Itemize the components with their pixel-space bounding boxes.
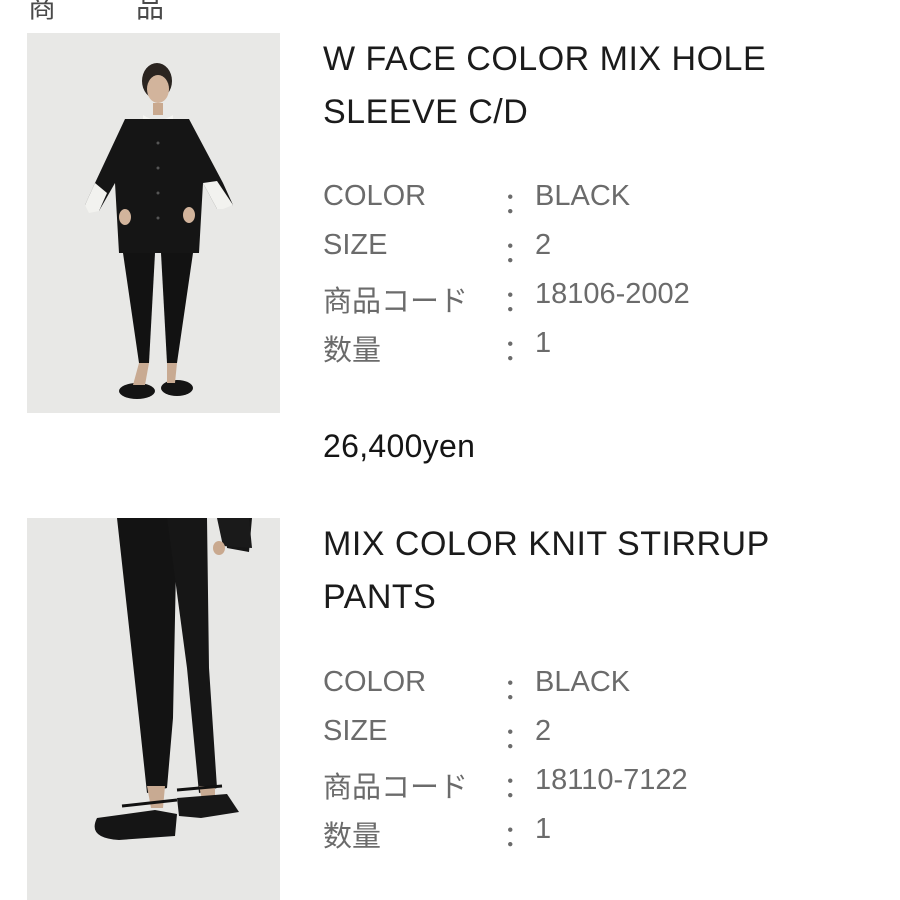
- stirrup-pants-model-photo-icon: [27, 518, 280, 900]
- spec-row-color: COLOR ： BLACK: [323, 666, 883, 715]
- spec-row-quantity: 数量 ： 1: [323, 813, 883, 862]
- spec-value: 1: [535, 327, 552, 359]
- spec-separator: ：: [503, 335, 533, 367]
- spec-label: 商品コード: [323, 286, 469, 318]
- product-specs: COLOR ： BLACK SIZE ： 2 商品コード ： 18106-200…: [323, 180, 883, 376]
- product-price: 26,400yen: [323, 428, 476, 464]
- spec-row-product-code: 商品コード ： 18110-7122: [323, 764, 883, 813]
- spec-label: COLOR: [323, 180, 427, 212]
- product-specs: COLOR ： BLACK SIZE ： 2 商品コード ： 18110-712…: [323, 666, 883, 862]
- spec-separator: ：: [503, 674, 533, 706]
- product-title-line-2: PANTS: [323, 578, 437, 616]
- product-title[interactable]: MIX COLOR KNIT STIRRUP PANTS: [323, 518, 883, 624]
- product-title[interactable]: W FACE COLOR MIX HOLE SLEEVE C/D: [323, 33, 883, 139]
- section-header-char-2: 品: [136, 0, 165, 23]
- section-header-char-1: 商: [28, 0, 57, 23]
- spec-separator: ：: [503, 188, 533, 220]
- spec-row-size: SIZE ： 2: [323, 229, 883, 278]
- spec-separator: ：: [503, 286, 533, 318]
- product-image-pants[interactable]: [27, 518, 280, 900]
- spec-row-quantity: 数量 ： 1: [323, 327, 883, 376]
- product-title-line-1: W FACE COLOR MIX HOLE: [323, 40, 767, 78]
- product-title-line-2: SLEEVE C/D: [323, 93, 529, 131]
- spec-row-color: COLOR ： BLACK: [323, 180, 883, 229]
- spec-separator: ：: [503, 821, 533, 853]
- spec-value: 18106-2002: [535, 278, 690, 310]
- spec-label: COLOR: [323, 666, 427, 698]
- spec-value: BLACK: [535, 180, 631, 212]
- spec-value: 1: [535, 813, 552, 845]
- spec-separator: ：: [503, 772, 533, 804]
- product-title-line-1: MIX COLOR KNIT STIRRUP: [323, 525, 770, 563]
- spec-value: 2: [535, 715, 552, 747]
- spec-value: 2: [535, 229, 552, 261]
- spec-label: SIZE: [323, 229, 388, 261]
- spec-row-product-code: 商品コード ： 18106-2002: [323, 278, 883, 327]
- cardigan-model-photo-icon: [27, 33, 280, 413]
- spec-label: SIZE: [323, 715, 388, 747]
- spec-label: 商品コード: [323, 772, 469, 804]
- spec-separator: ：: [503, 237, 533, 269]
- spec-label: 数量: [323, 821, 382, 853]
- product-image-cardigan[interactable]: [27, 33, 280, 413]
- spec-value: 18110-7122: [535, 764, 688, 796]
- spec-label: 数量: [323, 335, 382, 367]
- spec-row-size: SIZE ： 2: [323, 715, 883, 764]
- spec-separator: ：: [503, 723, 533, 755]
- spec-value: BLACK: [535, 666, 631, 698]
